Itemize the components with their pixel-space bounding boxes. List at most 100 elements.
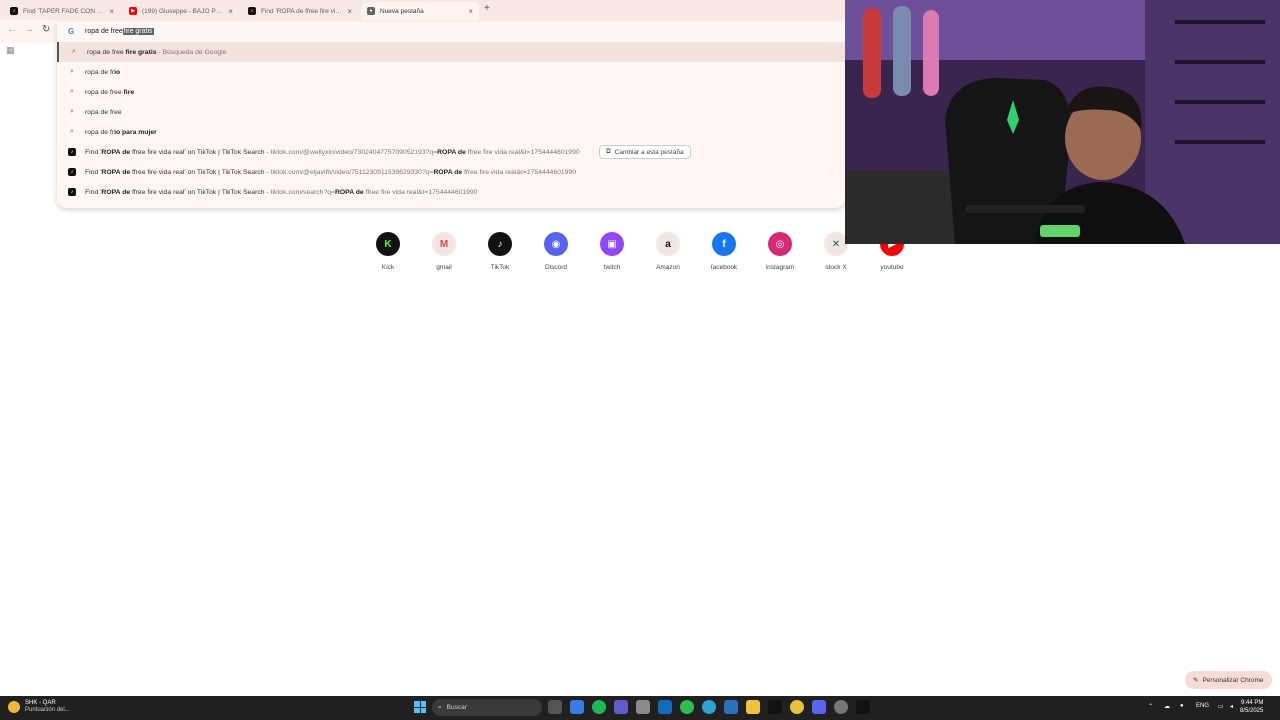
chevron-up-icon[interactable]: ⌃ <box>1148 703 1153 710</box>
weather-sun-icon <box>8 701 20 713</box>
result-url: - tiktok.com/search?q= <box>264 188 335 196</box>
tiktok-result-item[interactable]: ♪ Find 'ROPA de ffree fire vida real' on… <box>57 182 845 202</box>
facebook-icon: f <box>712 232 736 256</box>
system-clock[interactable]: 9:44 PM 8/5/2025 <box>1240 699 1263 715</box>
search-icon: ⌕ <box>72 48 76 55</box>
suggestion-item[interactable]: ⌕ ropa de frio para mujer <box>57 122 845 142</box>
customize-chrome-button[interactable]: ✎ Personalizar Chrome <box>1185 671 1272 689</box>
back-icon[interactable]: ← <box>7 24 17 35</box>
shortcut-label: youtube <box>880 264 904 271</box>
close-icon[interactable]: × <box>468 7 473 16</box>
shortcut-label: Kick <box>381 264 395 271</box>
shortcut-label: twitch <box>603 264 621 271</box>
tab-title: (199) Giuseppe - BAJO PERFIL... <box>142 7 223 15</box>
shortcut-tiktok[interactable]: ♪ TikTok <box>472 232 528 271</box>
app-icon[interactable] <box>768 700 782 714</box>
discord-icon[interactable] <box>812 700 826 714</box>
tab-taper-fade[interactable]: ♪ Find 'TAPER FADE CON LINEA'... × <box>4 2 120 20</box>
screen: ♪ Find 'TAPER FADE CON LINEA'... × ▶ (19… <box>0 0 1280 720</box>
shortcut-kick[interactable]: K Kick <box>360 232 416 271</box>
twitch-icon: ▣ <box>600 232 624 256</box>
tiktok-icon: ♪ <box>10 7 18 15</box>
cloud-icon[interactable]: ☁ <box>1164 703 1170 710</box>
suggestion-item[interactable]: ⌕ ropa de free fire <box>57 82 845 102</box>
gmail-icon: M <box>432 232 456 256</box>
result-bold: ROPA de <box>101 148 131 156</box>
tab-nueva-pestana[interactable]: ● Nueva pestaña × <box>361 2 479 20</box>
file-explorer-icon[interactable] <box>746 700 760 714</box>
store-icon[interactable] <box>724 700 738 714</box>
microphone-icon[interactable]: ● <box>1180 703 1184 709</box>
shortcut-label: gmail <box>436 264 452 271</box>
shortcut-label: Amazon <box>656 264 680 271</box>
search-icon: ⌕ <box>70 108 74 115</box>
shortcut-discord[interactable]: ◉ Discord <box>528 232 584 271</box>
result-text: ffree fire vida real' on TikTok | TikTok… <box>130 168 265 176</box>
tab-title: Find 'TAPER FADE CON LINEA'... <box>23 7 104 15</box>
result-url: ffree fire vida real&t=1754444601990 <box>363 188 478 196</box>
close-icon[interactable]: × <box>109 7 114 16</box>
close-icon[interactable]: × <box>228 7 233 16</box>
tiktok-result-item[interactable]: ♪ Find 'ROPA de ffree fire vida real' on… <box>57 142 845 162</box>
search-icon: ⌕ <box>70 128 74 135</box>
shortcut-facebook[interactable]: f facebook <box>696 232 752 271</box>
tiktok-icon[interactable] <box>856 700 870 714</box>
volume-icon[interactable]: ◂ <box>1230 703 1233 710</box>
suggestion-item[interactable]: ⌕ ropa de free fire gratis - Búsqueda de… <box>57 42 845 62</box>
xbox-icon[interactable] <box>680 700 694 714</box>
shortcut-label: facebook <box>710 264 738 271</box>
shortcut-amazon[interactable]: a Amazon <box>640 232 696 271</box>
discord-icon: ◉ <box>544 232 568 256</box>
forward-icon[interactable]: → <box>24 24 34 35</box>
result-text: ffree fire vida real' on TikTok | TikTok… <box>130 148 265 156</box>
chrome-icon[interactable] <box>790 700 804 714</box>
weather-subtitle: Puntuación del... <box>25 707 70 713</box>
close-icon[interactable]: × <box>347 7 352 16</box>
kick-icon: K <box>376 232 400 256</box>
webcam-overlay <box>845 0 1280 244</box>
shortcut-instagram[interactable]: ◎ instagram <box>752 232 808 271</box>
outlook-icon[interactable] <box>658 700 672 714</box>
tab-ropa-tiktok[interactable]: ♪ Find 'ROPA de ffree fire vida re... × <box>242 2 358 20</box>
tiktok-icon: ♪ <box>68 168 76 176</box>
network-icon[interactable]: ▭ <box>1218 703 1224 710</box>
result-bold: ROPA de <box>101 188 131 196</box>
shortcut-twitch[interactable]: ▣ twitch <box>584 232 640 271</box>
omnibox-text[interactable]: ropa de freefire gratis <box>85 28 154 35</box>
suggestion-prefix: ropa de fr <box>85 68 115 76</box>
suggestion-prefix: ropa de free <box>87 48 126 56</box>
language-indicator[interactable]: ENG <box>1196 703 1209 709</box>
result-url: - tiktok.com/@eljavifb/video/75112309115… <box>264 168 434 176</box>
teams-icon[interactable] <box>614 700 628 714</box>
shortcut-label: stock X <box>825 264 847 271</box>
suggestion-item[interactable]: ⌕ ropa de frio <box>57 62 845 82</box>
edge-icon[interactable] <box>702 700 716 714</box>
suggestion-item[interactable]: ⌕ ropa de free <box>57 102 845 122</box>
windows-start-icon[interactable] <box>414 701 426 713</box>
switch-tab-icon: ⧉ <box>606 148 611 155</box>
calculator-icon[interactable] <box>636 700 650 714</box>
omnibox-input[interactable]: G ropa de freefire gratis <box>57 22 845 42</box>
weather-widget[interactable]: SHK - QAR Puntuación del... <box>8 700 70 714</box>
tiktok-result-item[interactable]: ♪ Find 'ROPA de ffree fire vida real' on… <box>57 162 845 182</box>
result-url-bold: ROPA de <box>433 168 463 176</box>
taskbar-search[interactable]: ⌕ Buscar <box>432 699 542 716</box>
suggestion-bold: io <box>114 68 121 76</box>
new-tab-icon[interactable]: + <box>484 3 490 14</box>
omnibox-dropdown: G ropa de freefire gratis ⌕ ropa de free… <box>57 22 845 208</box>
result-url-bold: ROPA de <box>437 148 466 156</box>
spotify-icon[interactable] <box>592 700 606 714</box>
clock-time: 9:44 PM <box>1241 700 1264 706</box>
shortcut-gmail[interactable]: M gmail <box>416 232 472 271</box>
copilot-icon[interactable] <box>570 700 584 714</box>
tab-giuseppe[interactable]: ▶ (199) Giuseppe - BAJO PERFIL... × <box>123 2 239 20</box>
apps-grid-icon[interactable]: ▦ <box>6 45 15 56</box>
app-icon[interactable] <box>834 700 848 714</box>
task-view-icon[interactable] <box>548 700 562 714</box>
youtube-icon: ▶ <box>129 7 137 15</box>
weather-title: SHK - QAR <box>25 700 56 706</box>
tiktok-icon: ♪ <box>488 232 512 256</box>
switch-to-tab-button[interactable]: ⧉ Cambiar a esta pestaña <box>599 145 691 159</box>
suggestion-bold: io para mujer <box>114 128 157 136</box>
reload-icon[interactable]: ↻ <box>42 24 50 35</box>
